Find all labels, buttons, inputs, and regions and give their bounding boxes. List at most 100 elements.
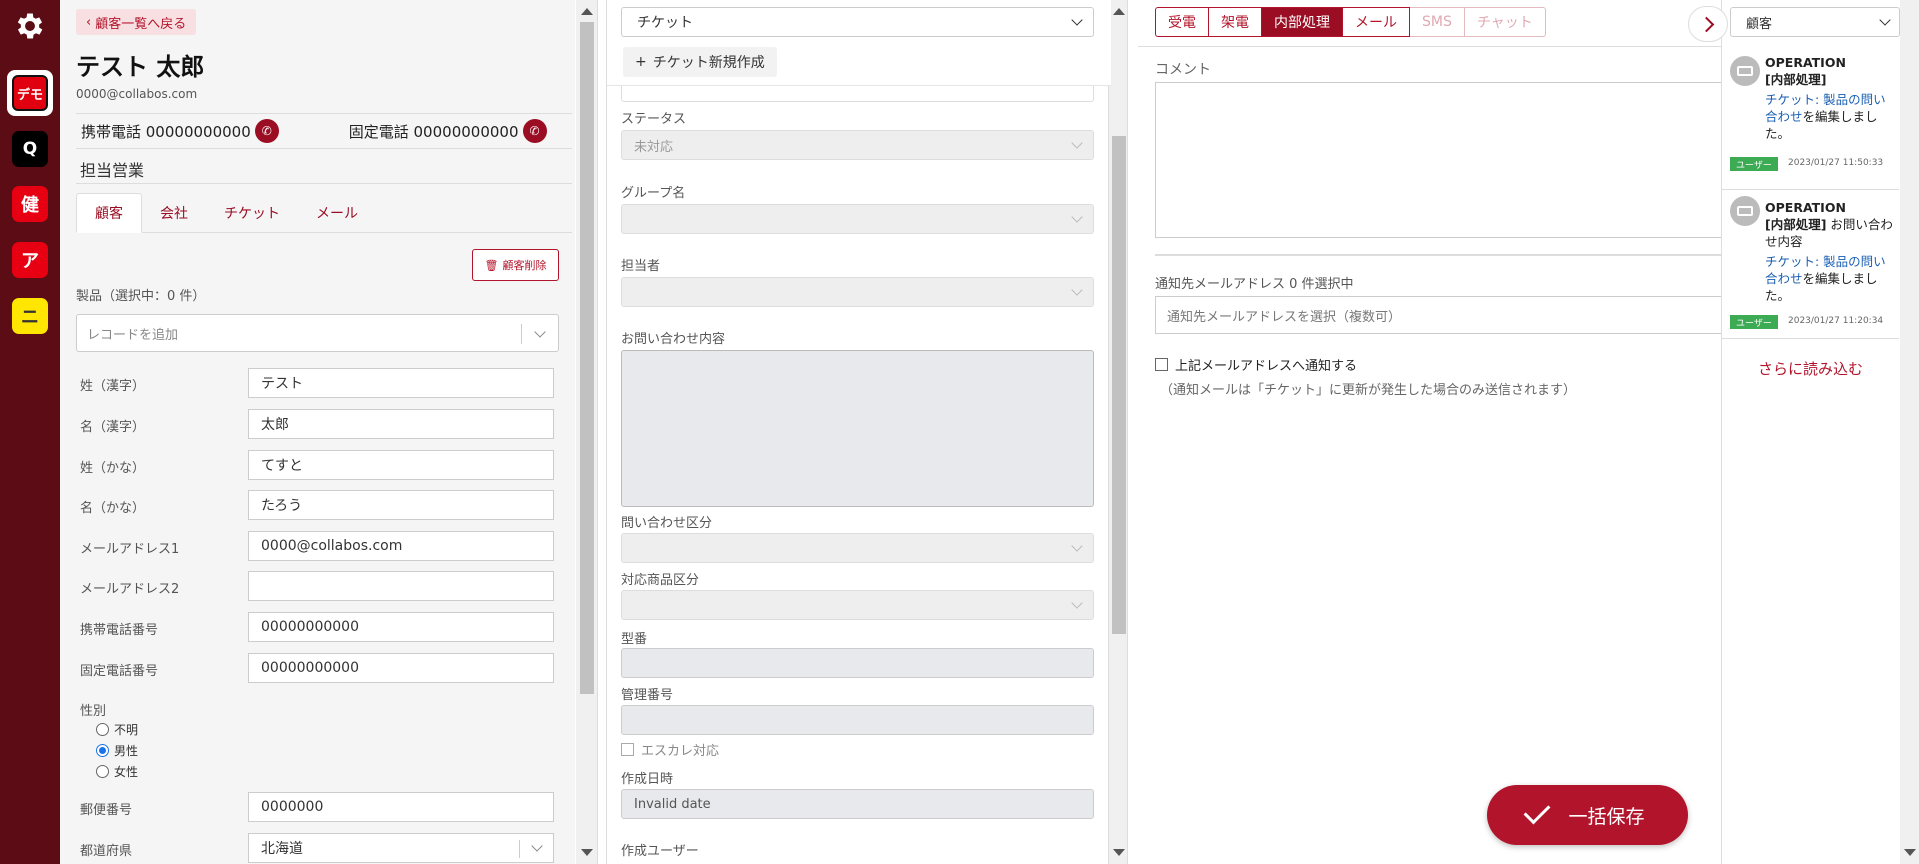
- tab-mail[interactable]: メール: [298, 193, 376, 233]
- last-name-kanji-input[interactable]: テスト: [248, 368, 554, 398]
- tab-customer[interactable]: 顧客: [76, 193, 142, 233]
- mobile-number-input[interactable]: 00000000000: [248, 612, 554, 642]
- gender-option-male[interactable]: 男性: [96, 742, 138, 759]
- inquiry-category-select[interactable]: [621, 533, 1094, 563]
- ticket-panel: チケット + チケット新規作成 ステータス 未対応 グループ名 担当者 お問い合…: [606, 0, 1111, 864]
- customer-scrollbar[interactable]: [576, 0, 598, 864]
- created-by-label: 作成ユーザー: [621, 844, 699, 859]
- assignee-select[interactable]: [621, 277, 1094, 307]
- prefecture-select[interactable]: 北海道: [248, 833, 554, 863]
- field-label: 固定電話番号: [80, 664, 159, 679]
- scroll-up-icon[interactable]: [581, 8, 593, 15]
- gender-option-unknown[interactable]: 不明: [96, 721, 138, 738]
- history-time: 2023/01/27 11:20:34: [1788, 316, 1884, 326]
- field-label: 名（かな）: [80, 501, 146, 516]
- scrollbar-thumb[interactable]: [580, 22, 594, 694]
- field-label: 都道府県: [80, 844, 133, 859]
- app-a-button[interactable]: ア: [12, 242, 48, 278]
- scrollbar-thumb[interactable]: [1112, 136, 1126, 634]
- history-filter-select[interactable]: 顧客: [1730, 7, 1900, 37]
- first-name-kana-input[interactable]: たろう: [248, 490, 554, 520]
- history-text: OPERATION [内部処理] お問い合わせ内容 チケット: 製品の問い合わせ…: [1765, 199, 1895, 304]
- notify-checkbox-label: 上記メールアドレスへ通知する: [1175, 359, 1358, 374]
- last-name-kana-input[interactable]: てすと: [248, 450, 554, 480]
- checkbox[interactable]: [621, 743, 634, 756]
- phone-icon[interactable]: ✆: [254, 119, 279, 143]
- gender-option-female[interactable]: 女性: [96, 763, 138, 780]
- new-ticket-button[interactable]: + チケット新規作成: [623, 47, 777, 77]
- scroll-up-icon[interactable]: [1113, 8, 1125, 15]
- tab-mail[interactable]: メール: [1343, 7, 1410, 37]
- tab-outgoing-call[interactable]: 架電: [1209, 7, 1262, 37]
- save-all-label: 一括保存: [1568, 805, 1645, 828]
- tab-internal-process[interactable]: 内部処理: [1262, 7, 1343, 37]
- delete-customer-button[interactable]: 🗑 顧客削除: [472, 249, 559, 281]
- scroll-down-icon[interactable]: [1113, 849, 1125, 856]
- app-ni-button[interactable]: ニ: [12, 298, 48, 334]
- history-scrollbar[interactable]: [1900, 0, 1919, 864]
- field-label: 姓（かな）: [80, 461, 146, 476]
- app-ken-button[interactable]: 健: [12, 186, 48, 222]
- collapse-panel-button[interactable]: [1688, 6, 1728, 42]
- notify-note: （通知メールは「チケット」に更新が発生した場合のみ送信されます）: [1160, 383, 1577, 398]
- radio-button[interactable]: [96, 723, 109, 736]
- radio-button[interactable]: [96, 765, 109, 778]
- customer-tabs: 顧客 会社 チケット メール: [76, 193, 572, 233]
- prefecture-value: 北海道: [261, 841, 303, 857]
- management-number-input[interactable]: [621, 705, 1094, 735]
- landline-number-input[interactable]: 00000000000: [248, 653, 554, 683]
- add-record-placeholder: レコードを追加: [87, 327, 179, 343]
- ticket-scrollbar[interactable]: [1108, 0, 1128, 864]
- ticket-select-value: チケット: [637, 15, 693, 31]
- field-email-1: メールアドレス1 0000@collabos.com: [80, 531, 560, 563]
- product-category-select[interactable]: [621, 590, 1094, 620]
- add-record-select[interactable]: レコードを追加: [76, 314, 559, 352]
- chevron-right-icon: [1698, 16, 1714, 32]
- tab-company[interactable]: 会社: [142, 193, 206, 233]
- save-all-button[interactable]: 一括保存: [1487, 785, 1688, 845]
- history-panel: 顧客 OPERATION [内部処理] チケット: 製品の問い合わせを編集しまし…: [1721, 0, 1919, 864]
- status-select[interactable]: 未対応: [621, 130, 1094, 160]
- first-name-kanji-input[interactable]: 太郎: [248, 409, 554, 439]
- field-postal-code: 郵便番号 0000000: [80, 792, 560, 824]
- ticket-select[interactable]: チケット: [621, 7, 1094, 37]
- notify-email-count-label: 通知先メールアドレス 0 件選択中: [1155, 277, 1354, 292]
- tab-sms: SMS: [1410, 7, 1465, 37]
- scroll-down-icon[interactable]: [1904, 849, 1916, 856]
- back-to-list-button[interactable]: ‹ 顧客一覧へ戻る: [76, 9, 197, 35]
- scroll-down-icon[interactable]: [581, 849, 593, 856]
- comment-textarea[interactable]: [1155, 82, 1721, 238]
- customer-email: 0000@collabos.com: [76, 87, 198, 101]
- gender-option-label: 不明: [114, 723, 139, 737]
- tab-incoming-call[interactable]: 受電: [1155, 7, 1209, 37]
- field-landline-number: 固定電話番号 00000000000: [80, 653, 560, 685]
- radio-button-selected[interactable]: [96, 744, 109, 757]
- app-q-button[interactable]: Q: [12, 131, 48, 167]
- field-label: 姓（漢字）: [80, 379, 146, 394]
- postal-code-input[interactable]: 0000000: [248, 792, 554, 822]
- field-last-name-kana: 姓（かな） てすと: [80, 450, 560, 482]
- ticket-icon: [1730, 196, 1760, 226]
- field-last-name-kanji: 姓（漢字） テスト: [80, 368, 560, 400]
- load-more-link[interactable]: さらに読み込む: [1722, 358, 1899, 379]
- app-demo-button[interactable]: デモ: [7, 70, 53, 116]
- back-to-list-label: 顧客一覧へ戻る: [95, 16, 187, 32]
- divider: [1155, 254, 1721, 256]
- gender-option-label: 女性: [114, 765, 139, 779]
- checkbox[interactable]: [1155, 358, 1168, 371]
- tab-ticket[interactable]: チケット: [206, 193, 298, 233]
- phone-icon[interactable]: ✆: [522, 119, 547, 143]
- email-2-input[interactable]: [248, 571, 554, 601]
- activity-panel: 受電 架電 内部処理 メール SMS チャット コメント 通知先メールアドレス …: [1138, 0, 1721, 864]
- gear-icon[interactable]: [12, 8, 48, 44]
- email-1-input[interactable]: 0000@collabos.com: [248, 531, 554, 561]
- customer-name: テスト 太郎: [76, 53, 205, 81]
- notify-email-select[interactable]: 通知先メールアドレスを選択（複数可）: [1155, 296, 1721, 334]
- notify-checkbox[interactable]: 上記メールアドレスへ通知する: [1155, 355, 1357, 374]
- plus-icon: +: [635, 54, 647, 70]
- group-select[interactable]: [621, 204, 1094, 234]
- inquiry-textarea[interactable]: [621, 350, 1094, 507]
- product-category-label: 対応商品区分: [621, 573, 700, 588]
- escalation-checkbox[interactable]: エスカレ対応: [621, 740, 719, 759]
- model-number-input[interactable]: [621, 648, 1094, 678]
